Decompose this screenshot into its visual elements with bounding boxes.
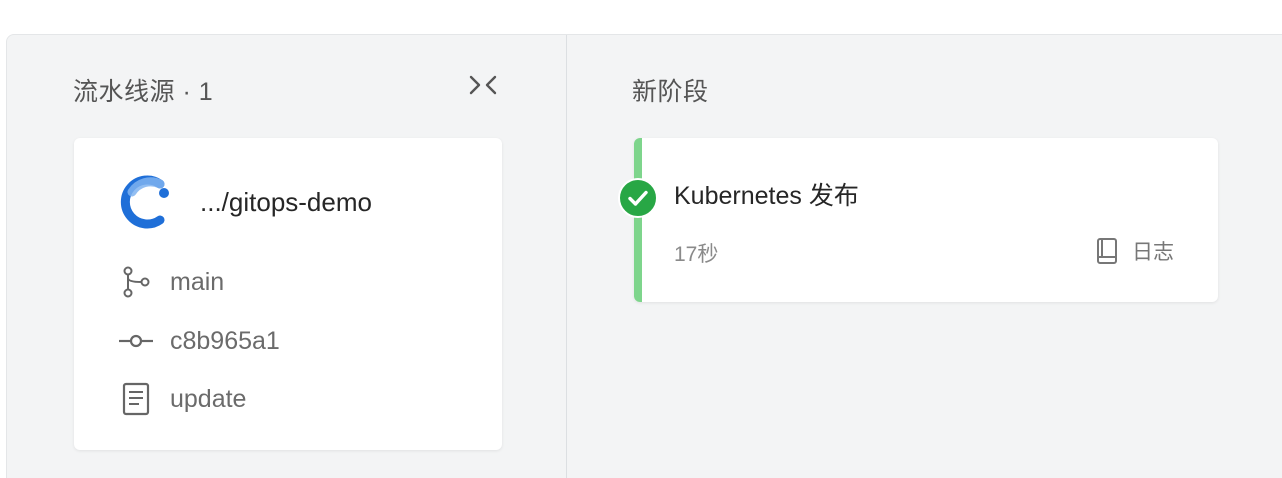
- commit-message-row: update: [116, 379, 246, 419]
- commit-message: update: [170, 384, 247, 413]
- log-label: 日志: [1132, 241, 1174, 264]
- job-status-bar: [634, 138, 642, 302]
- column-divider: [566, 35, 567, 478]
- repo-name[interactable]: .../gitops-demo: [200, 187, 372, 218]
- commit-hash: c8b965a1: [170, 326, 280, 355]
- repo-logo-icon: [120, 175, 169, 229]
- branch-name: main: [170, 267, 225, 296]
- job-name[interactable]: Kubernetes 发布: [674, 176, 859, 212]
- book-icon: [1097, 238, 1117, 264]
- branch-row: main: [116, 262, 224, 302]
- check-circle-icon: [618, 178, 658, 218]
- commit-icon: [116, 321, 156, 361]
- stage-column-title: 新阶段: [632, 78, 709, 106]
- source-column-title: 流水线源 · 1: [73, 78, 214, 106]
- log-button[interactable]: 日志: [1094, 236, 1174, 266]
- collapse-button[interactable]: [464, 70, 502, 100]
- pipeline-source-card[interactable]: .../gitops-demo main c8b965a1 update: [74, 138, 502, 450]
- job-duration: 17秒: [674, 243, 719, 266]
- document-icon: [116, 379, 156, 419]
- commit-row: c8b965a1: [116, 321, 280, 361]
- branch-icon: [116, 262, 156, 302]
- repo-row[interactable]: .../gitops-demo: [120, 174, 372, 230]
- job-card[interactable]: Kubernetes 发布 17秒 日志: [618, 138, 1218, 302]
- collapse-icon: [469, 75, 497, 95]
